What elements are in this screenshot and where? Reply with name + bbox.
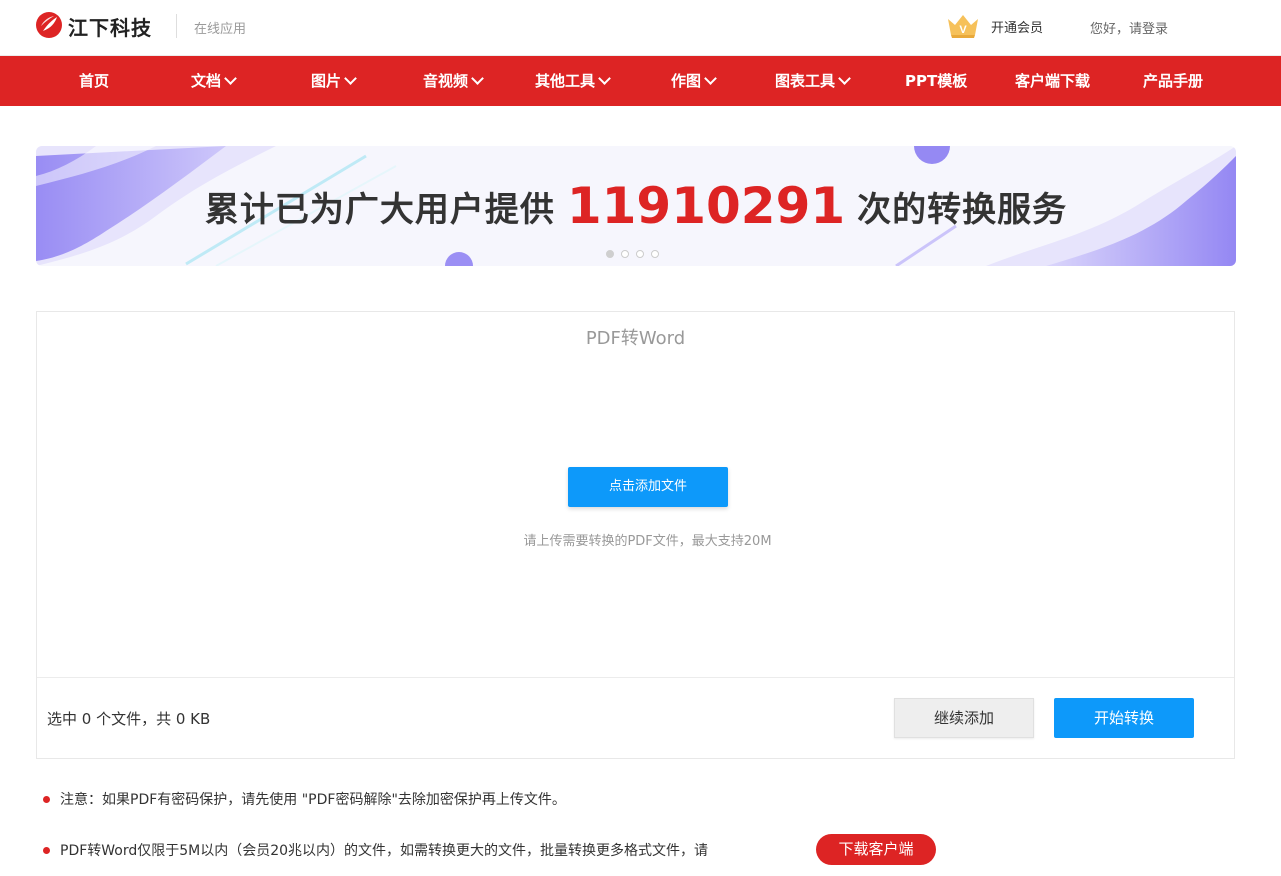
banner-dot-3[interactable] — [636, 250, 644, 258]
open-vip-link[interactable]: V 开通会员 — [946, 12, 1043, 40]
banner-pagination — [606, 250, 666, 258]
chevron-down-icon — [224, 72, 237, 85]
conversion-count: 11910291 — [566, 177, 846, 235]
nav-item-other-tools[interactable]: 其他工具 — [535, 56, 611, 106]
nav-item-ppt-templates[interactable]: PPT模板 — [905, 56, 967, 106]
brand-name[interactable]: 江下科技 — [68, 12, 152, 41]
nav-item-home[interactable]: 首页 — [79, 56, 109, 106]
nav-item-client-download[interactable]: 客户端下载 — [1015, 56, 1090, 106]
brand-divider — [176, 14, 177, 38]
brand-logo-icon[interactable] — [35, 11, 63, 39]
nav-item-images[interactable]: 图片 — [311, 56, 357, 106]
chevron-down-icon — [598, 72, 611, 85]
panel-divider — [37, 677, 1234, 678]
add-file-button[interactable]: 点击添加文件 — [568, 467, 728, 507]
banner-dot-2[interactable] — [621, 250, 629, 258]
banner-dot-1[interactable] — [606, 250, 614, 258]
sub-brand: 在线应用 — [194, 22, 247, 37]
svg-text:V: V — [959, 24, 967, 36]
chevron-down-icon — [471, 72, 484, 85]
nav-item-drawing[interactable]: 作图 — [671, 56, 717, 106]
chevron-down-icon — [838, 72, 851, 85]
upload-hint: 请上传需要转换的PDF文件，最大支持20M — [523, 534, 772, 549]
note-password: 注意：如果PDF有密码保护，请先使用 "PDF密码解除"去除加密保护再上传文件。 — [43, 789, 566, 809]
bullet-icon — [43, 846, 50, 854]
banner-dot-4[interactable] — [651, 250, 659, 258]
nav-item-documents[interactable]: 文档 — [191, 56, 237, 106]
note-password-text: 注意：如果PDF有密码保护，请先使用 "PDF密码解除"去除加密保护再上传文件。 — [60, 792, 566, 808]
main-nav: 首页 文档 图片 音视频 其他工具 作图 图表工具 PPT模板 客户端下载 产品… — [0, 56, 1281, 106]
upload-panel: PDF转Word 点击添加文件 请上传需要转换的PDF文件，最大支持20M 选中… — [36, 311, 1235, 759]
converter-title: PDF转Word — [585, 328, 686, 349]
nav-item-audio-video[interactable]: 音视频 — [423, 56, 484, 106]
open-vip-label: 开通会员 — [991, 20, 1044, 36]
promo-banner[interactable]: 累计已为广大用户提供 11910291 次的转换服务 — [36, 146, 1236, 266]
continue-add-button[interactable]: 继续添加 — [894, 698, 1034, 738]
crown-icon: V — [948, 15, 978, 38]
download-client-button[interactable]: 下载客户端 — [816, 834, 936, 865]
note-size-limit: PDF转Word仅限于5M以内（会员20兆以内）的文件，如需转换更大的文件，批量… — [43, 840, 708, 860]
chevron-down-icon — [704, 72, 717, 85]
nav-item-chart-tools[interactable]: 图表工具 — [775, 56, 851, 106]
login-link[interactable]: 您好，请登录 — [1090, 18, 1168, 37]
banner-headline: 累计已为广大用户提供 11910291 次的转换服务 — [36, 146, 1236, 266]
start-convert-button[interactable]: 开始转换 — [1054, 698, 1194, 738]
nav-item-product-manual[interactable]: 产品手册 — [1143, 56, 1203, 106]
note-size-limit-text: PDF转Word仅限于5M以内（会员20兆以内）的文件，如需转换更大的文件，批量… — [60, 843, 709, 859]
top-header: 江下科技 在线应用 V 开通会员 您好，请登录 — [0, 0, 1281, 56]
chevron-down-icon — [344, 72, 357, 85]
banner-text-after: 次的转换服务 — [857, 189, 1068, 230]
banner-text-before: 累计已为广大用户提供 — [204, 189, 555, 230]
bullet-icon — [43, 795, 50, 803]
selected-file-info: 选中 0 个文件，共 0 KB — [47, 710, 211, 728]
